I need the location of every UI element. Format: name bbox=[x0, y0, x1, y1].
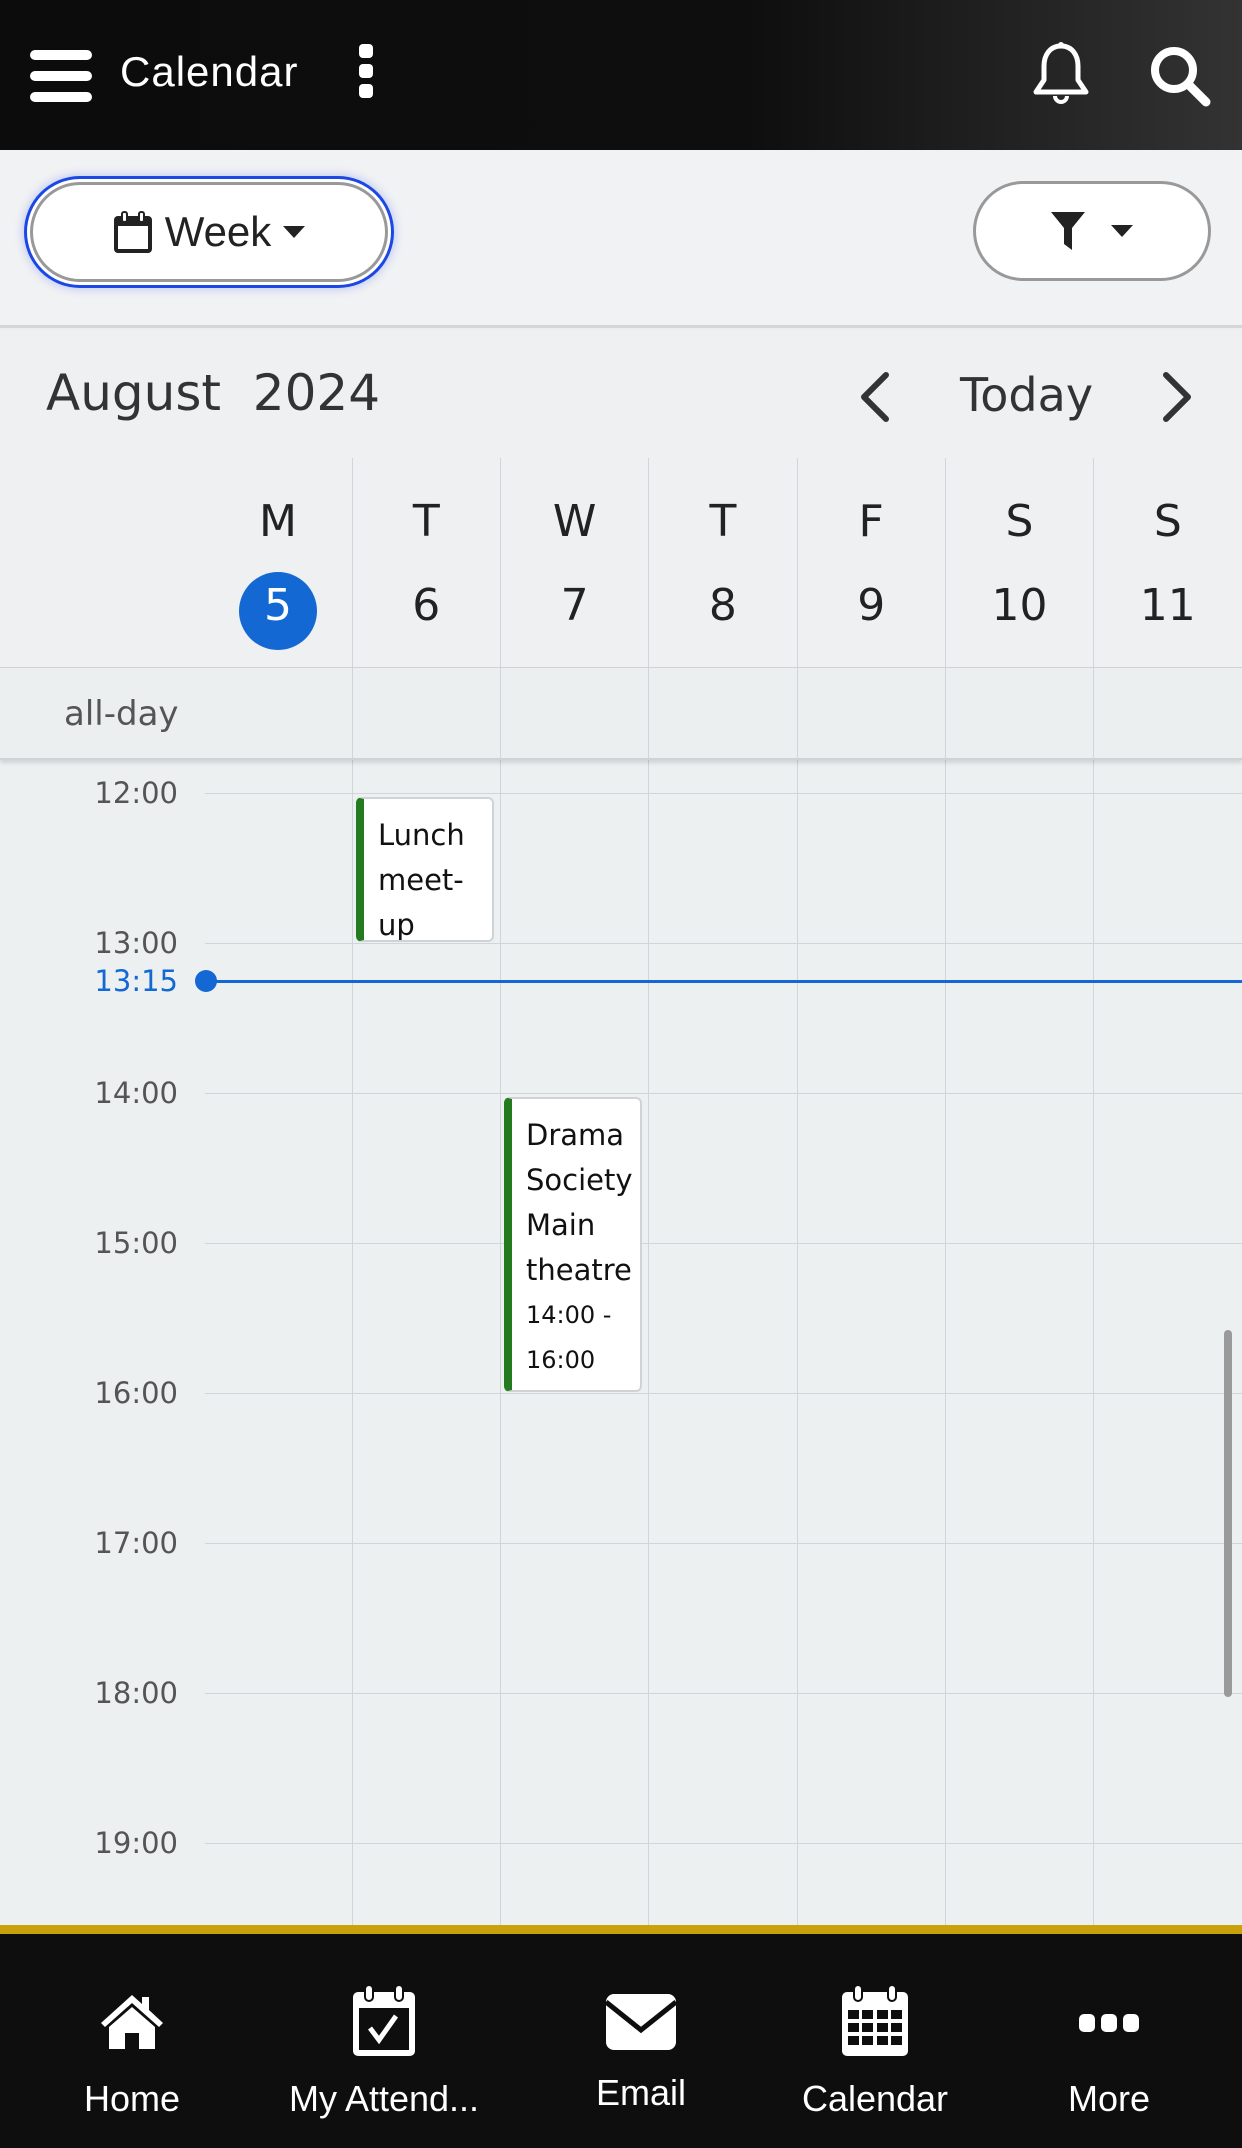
calendar-event[interactable]: Drama Society Main theatre 14:00 - 16:00 bbox=[504, 1097, 643, 1392]
calendar-event[interactable]: Lunch meet-up bbox=[356, 797, 495, 942]
hour-line bbox=[205, 1393, 1242, 1394]
menu-icon[interactable] bbox=[30, 50, 92, 102]
column-divider bbox=[648, 668, 649, 760]
column-divider bbox=[500, 458, 501, 668]
more-horizontal-icon bbox=[1079, 2014, 1139, 2032]
chevron-left-icon[interactable] bbox=[858, 372, 892, 422]
all-day-label: all-day bbox=[64, 694, 179, 734]
view-selector-button[interactable]: Week bbox=[30, 182, 388, 282]
hour-label: 16:00 bbox=[94, 1376, 178, 1410]
column-divider bbox=[797, 458, 798, 668]
current-time-line bbox=[205, 979, 1242, 983]
nav-home[interactable]: Home bbox=[17, 1934, 247, 2148]
view-label: Week bbox=[164, 208, 272, 255]
day-date[interactable]: 10 bbox=[946, 580, 1094, 631]
column-divider bbox=[500, 760, 501, 1925]
event-title: Drama Society Main theatre bbox=[526, 1118, 633, 1287]
day-letter: T bbox=[709, 496, 737, 547]
today-date[interactable]: 5 bbox=[204, 572, 352, 650]
search-icon[interactable] bbox=[1148, 44, 1212, 108]
filter-button[interactable] bbox=[973, 181, 1211, 281]
column-divider bbox=[797, 668, 798, 760]
hour-label: 19:00 bbox=[94, 1826, 178, 1860]
nav-calendar[interactable]: Calendar bbox=[760, 1934, 990, 2148]
envelope-icon bbox=[604, 1994, 678, 2050]
column-divider bbox=[648, 458, 649, 668]
event-time: 14:00 - 16:00 bbox=[526, 1301, 612, 1374]
day-date[interactable]: 8 bbox=[649, 580, 797, 631]
hour-line bbox=[205, 1693, 1242, 1694]
nav-label: Email bbox=[595, 2072, 687, 2113]
scrollbar[interactable] bbox=[1224, 1330, 1232, 1697]
column-divider bbox=[797, 760, 798, 1925]
hour-label: 15:00 bbox=[94, 1226, 178, 1260]
column-divider bbox=[352, 668, 353, 760]
day-date[interactable]: 11 bbox=[1094, 580, 1242, 631]
app-header: Calendar bbox=[0, 0, 1242, 150]
day-letter: S bbox=[1153, 496, 1182, 547]
hour-line bbox=[205, 793, 1242, 794]
bottom-navigation: Home My Attend... Email Calendar More bbox=[0, 1934, 1242, 2148]
day-date[interactable]: 6 bbox=[352, 580, 500, 631]
hour-label: 12:00 bbox=[94, 776, 178, 810]
column-divider bbox=[352, 458, 353, 668]
nav-more[interactable]: More bbox=[994, 1934, 1224, 2148]
calendar-icon bbox=[113, 211, 152, 253]
column-divider bbox=[1093, 668, 1094, 760]
day-date[interactable]: 9 bbox=[797, 580, 945, 631]
day-date[interactable]: 7 bbox=[501, 580, 649, 631]
column-divider bbox=[945, 458, 946, 668]
nav-label: My Attend... bbox=[288, 2078, 480, 2119]
nav-label: More bbox=[1067, 2078, 1151, 2119]
nav-label: Home bbox=[83, 2078, 181, 2119]
day-header-row: M 5 T 6 W 7 T 8 F 9 S 10 S 11 bbox=[0, 458, 1242, 668]
today-button[interactable]: Today bbox=[960, 368, 1093, 422]
hour-line bbox=[205, 1843, 1242, 1844]
current-time-label: 13:15 bbox=[94, 963, 178, 998]
home-icon bbox=[101, 1995, 163, 2049]
hour-line bbox=[205, 943, 1242, 944]
event-title: Lunch meet-up bbox=[378, 818, 465, 942]
nav-label: Calendar bbox=[801, 2078, 949, 2119]
accent-bar bbox=[0, 1925, 1242, 1934]
calendar-grid-icon bbox=[842, 1984, 908, 2056]
column-divider bbox=[945, 760, 946, 1925]
day-number: 5 bbox=[264, 580, 292, 631]
hour-label: 17:00 bbox=[94, 1526, 178, 1560]
column-divider bbox=[1093, 458, 1094, 668]
column-divider bbox=[648, 760, 649, 1925]
column-divider bbox=[945, 668, 946, 760]
nav-my-attendance[interactable]: My Attend... bbox=[269, 1934, 499, 2148]
hour-line bbox=[205, 1543, 1242, 1544]
day-letter: M bbox=[259, 496, 297, 547]
hour-line bbox=[205, 1093, 1242, 1094]
page-title: Calendar bbox=[120, 48, 299, 95]
caret-down-icon bbox=[1111, 225, 1133, 237]
column-divider bbox=[500, 668, 501, 760]
column-divider bbox=[352, 760, 353, 1925]
calendar-check-icon bbox=[353, 1984, 415, 2056]
nav-email[interactable]: Email bbox=[526, 1934, 756, 2148]
chevron-right-icon[interactable] bbox=[1160, 372, 1194, 422]
hour-label: 18:00 bbox=[94, 1676, 178, 1710]
caret-down-icon bbox=[283, 226, 306, 238]
month-title: August 2024 bbox=[46, 364, 381, 422]
more-vertical-icon[interactable] bbox=[358, 44, 374, 98]
bell-icon[interactable] bbox=[1030, 40, 1092, 108]
day-letter: S bbox=[1005, 496, 1034, 547]
all-day-row: all-day bbox=[0, 668, 1242, 760]
filter-icon bbox=[1051, 212, 1085, 250]
day-letter: F bbox=[858, 496, 884, 547]
day-letter: W bbox=[552, 496, 597, 547]
day-letter: T bbox=[412, 496, 440, 547]
hour-label: 14:00 bbox=[94, 1076, 178, 1110]
time-grid[interactable]: 12:00 13:00 14:00 15:00 16:00 17:00 18:00 19:00… bbox=[0, 760, 1242, 1925]
current-time-dot bbox=[195, 969, 217, 992]
hour-label: 13:00 bbox=[94, 926, 178, 960]
column-divider bbox=[1093, 760, 1094, 1925]
hour-line bbox=[205, 1243, 1242, 1244]
